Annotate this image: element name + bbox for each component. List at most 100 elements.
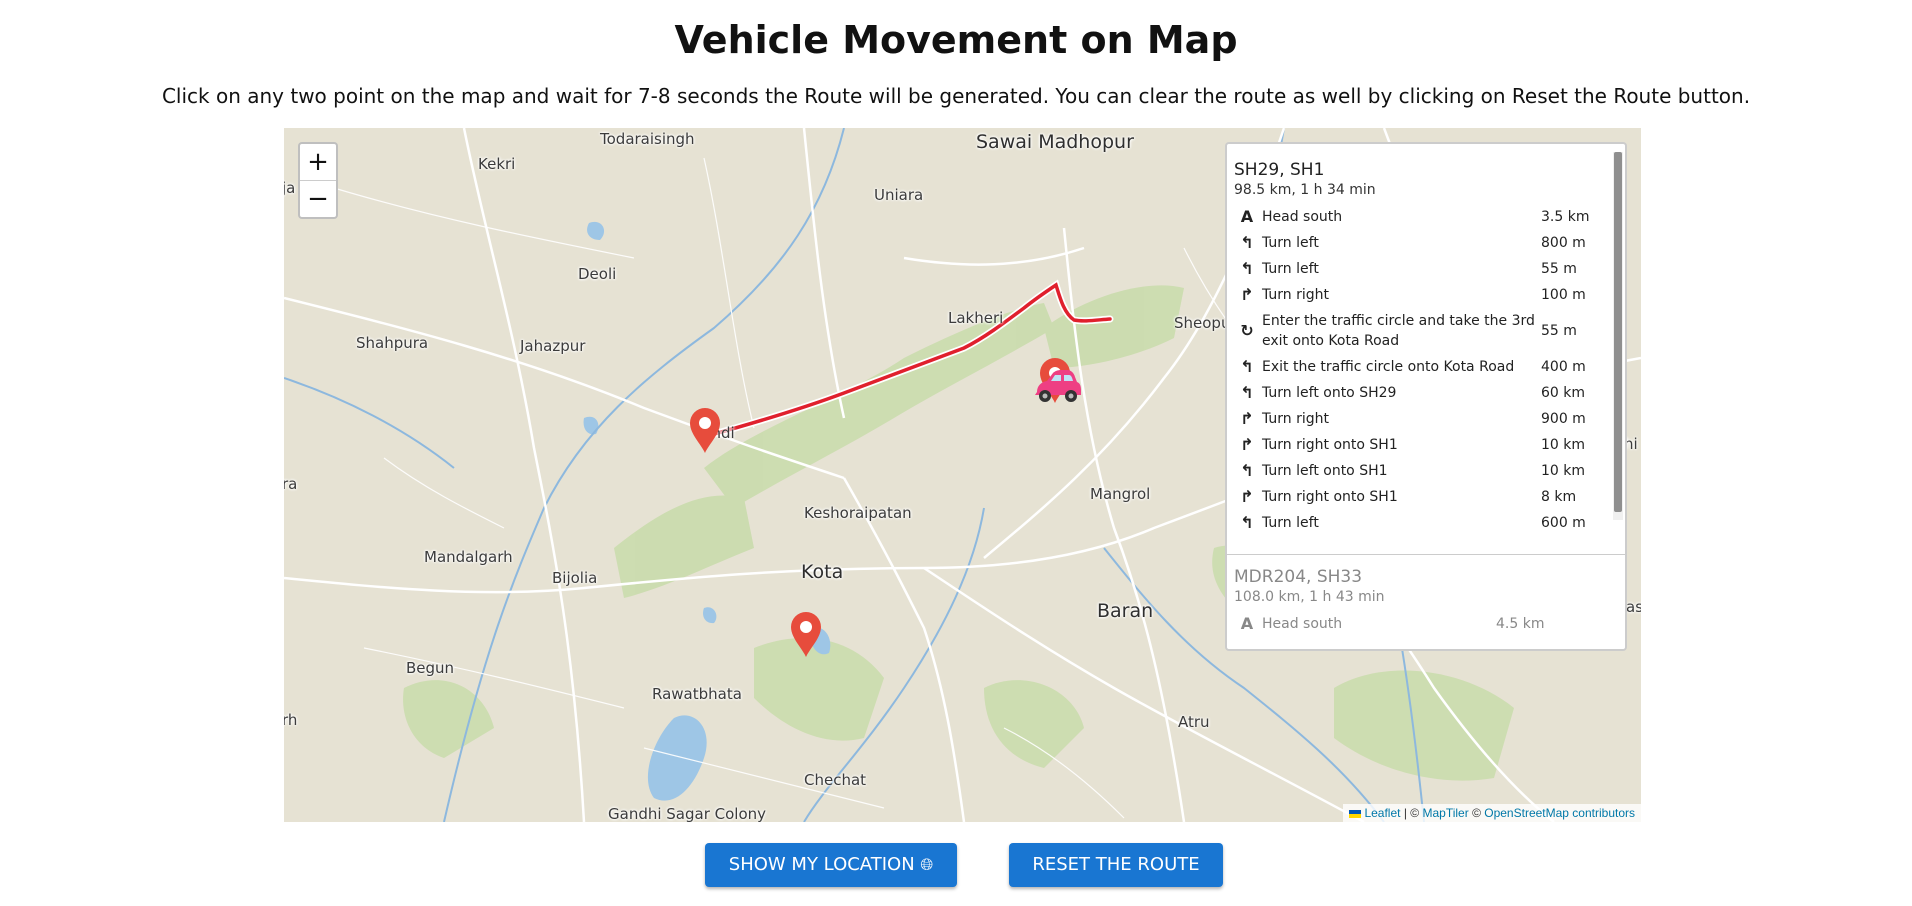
place-label: rh bbox=[284, 711, 298, 729]
place-label: ra bbox=[284, 475, 298, 493]
instruction-row[interactable]: ↱ Turn right onto SH1 10 km bbox=[1234, 432, 1599, 458]
turn-left-icon: ↰ bbox=[1240, 259, 1254, 278]
maptiler-link[interactable]: MapTiler bbox=[1422, 806, 1468, 820]
primary-route[interactable]: SH29, SH1 98.5 km, 1 h 34 min A Head sout… bbox=[1227, 144, 1625, 555]
scrollbar-thumb[interactable] bbox=[1614, 152, 1622, 512]
zoom-control: + − bbox=[298, 142, 338, 219]
instruction-distance: 55 m bbox=[1541, 261, 1577, 277]
turn-right-icon: ↱ bbox=[1240, 435, 1254, 454]
instruction-text: Head south bbox=[1262, 209, 1343, 225]
place-label: Keshoraipatan bbox=[804, 504, 912, 522]
turn-right-icon: ↱ bbox=[1240, 487, 1254, 506]
place-label: Uniara bbox=[874, 186, 924, 204]
turn-left-icon: ↰ bbox=[1240, 383, 1254, 402]
place-label: Gandhi Sagar Colony bbox=[608, 805, 767, 822]
instruction-distance: 3.5 km bbox=[1541, 209, 1590, 225]
instruction-distance: 600 m bbox=[1541, 515, 1586, 531]
place-label: Lakheri bbox=[948, 309, 1004, 327]
page-title: Vehicle Movement on Map bbox=[674, 18, 1238, 62]
instruction-row[interactable]: ↱ Turn right 100 m bbox=[1234, 282, 1599, 308]
depart-icon: A bbox=[1240, 207, 1254, 226]
place-label: Atru bbox=[1178, 713, 1210, 731]
instruction-row[interactable]: A Head south 3.5 km bbox=[1234, 204, 1599, 230]
depart-icon: A bbox=[1240, 614, 1254, 633]
instruction-row[interactable]: ↱ Turn right onto SH1 8 km bbox=[1234, 484, 1599, 510]
roundabout-icon: ↻ bbox=[1240, 321, 1254, 340]
show-location-label: SHOW MY LOCATION bbox=[728, 854, 915, 875]
osm-link[interactable]: OpenStreetMap contributors bbox=[1484, 806, 1635, 820]
instruction-row[interactable]: ↰ Turn left 800 m bbox=[1234, 230, 1599, 256]
map-attribution: Leaflet | © MapTiler © OpenStreetMap con… bbox=[1343, 804, 1641, 822]
place-label: Sheopu bbox=[1174, 314, 1231, 332]
turn-left-icon: ↰ bbox=[1240, 461, 1254, 480]
instructions-table: A Head south 4.5 km bbox=[1234, 611, 1554, 637]
place-label: Chechat bbox=[804, 771, 867, 789]
place-label: Begun bbox=[406, 659, 455, 677]
instruction-row[interactable]: ↱ Turn right 900 m bbox=[1234, 406, 1599, 432]
instruction-row[interactable]: ↻ Enter the traffic circle and take the 3… bbox=[1234, 308, 1599, 354]
place-label: Kekri bbox=[478, 155, 516, 173]
reset-route-label: RESET THE ROUTE bbox=[1032, 854, 1200, 875]
instruction-text: Turn left bbox=[1262, 235, 1319, 251]
instruction-text: Turn left onto SH1 bbox=[1262, 463, 1388, 479]
place-label: Sawai Madhopur bbox=[976, 131, 1134, 153]
place-label: ja bbox=[284, 179, 296, 197]
route-summary: 108.0 km, 1 h 43 min bbox=[1234, 589, 1385, 605]
alternative-route[interactable]: MDR204, SH33 108.0 km, 1 h 43 min A Head … bbox=[1227, 555, 1625, 637]
instructions-table: A Head south 3.5 km ↰ Turn left 800 m ↰ Turn … bbox=[1234, 204, 1599, 536]
destination-marker-icon[interactable] bbox=[789, 610, 823, 658]
start-marker-icon[interactable] bbox=[688, 406, 722, 454]
instruction-distance: 8 km bbox=[1541, 489, 1577, 505]
globe-icon: 🌐︎ bbox=[920, 855, 934, 874]
instruction-distance: 400 m bbox=[1541, 359, 1586, 375]
instruction-distance: 60 km bbox=[1541, 385, 1586, 401]
instruction-distance: 10 km bbox=[1541, 437, 1586, 453]
reset-route-button[interactable]: RESET THE ROUTE bbox=[1009, 843, 1223, 887]
ukraine-flag-icon bbox=[1349, 809, 1362, 818]
place-label: Deoli bbox=[578, 265, 617, 283]
instruction-row[interactable]: ↰ Turn left 55 m bbox=[1234, 256, 1599, 282]
copyright-symbol: © bbox=[1472, 806, 1481, 820]
instruction-text: Head south bbox=[1262, 616, 1343, 632]
place-label: Baran bbox=[1097, 600, 1154, 622]
instruction-row[interactable]: ↰ Turn left onto SH1 10 km bbox=[1234, 458, 1599, 484]
zoom-in-button[interactable]: + bbox=[300, 144, 336, 180]
place-label: Jahazpur bbox=[520, 337, 586, 355]
instruction-row[interactable]: ↰ Exit the traffic circle onto Kota Road 4… bbox=[1234, 354, 1599, 380]
page-instructions: Click on any two point on the map and wa… bbox=[161, 84, 1751, 108]
instruction-text: Turn right bbox=[1262, 287, 1330, 303]
instruction-text: Exit the traffic circle onto Kota Road bbox=[1262, 359, 1515, 375]
route-name: SH29, SH1 bbox=[1234, 160, 1325, 180]
place-label: Shahpura bbox=[356, 334, 429, 352]
car-icon bbox=[1035, 370, 1081, 402]
zoom-out-button[interactable]: − bbox=[300, 180, 336, 217]
place-label: Mangrol bbox=[1090, 485, 1151, 503]
attribution-separator: | bbox=[1403, 806, 1407, 820]
route-name: MDR204, SH33 bbox=[1234, 567, 1363, 587]
instruction-text: Turn left bbox=[1262, 261, 1319, 277]
route-summary: 98.5 km, 1 h 34 min bbox=[1234, 182, 1376, 198]
instruction-row[interactable]: ↰ Turn left onto SH29 60 km bbox=[1234, 380, 1599, 406]
instruction-row[interactable]: ↰ Turn left 600 m bbox=[1234, 510, 1599, 536]
instruction-distance: 100 m bbox=[1541, 287, 1586, 303]
place-label: Rawatbhata bbox=[652, 685, 742, 703]
show-my-location-button[interactable]: SHOW MY LOCATION 🌐︎ bbox=[705, 843, 957, 887]
instruction-distance: 4.5 km bbox=[1496, 616, 1545, 632]
turn-right-icon: ↱ bbox=[1240, 285, 1254, 304]
instruction-distance: 900 m bbox=[1541, 411, 1586, 427]
instruction-distance: 55 m bbox=[1541, 323, 1577, 339]
instruction-distance: 800 m bbox=[1541, 235, 1586, 251]
turn-left-icon: ↰ bbox=[1240, 513, 1254, 532]
place-label: Kota bbox=[801, 561, 844, 583]
instruction-distance: 10 km bbox=[1541, 463, 1586, 479]
directions-scrollbar[interactable] bbox=[1613, 152, 1623, 520]
place-label: as bbox=[1626, 598, 1641, 616]
leaflet-link[interactable]: Leaflet bbox=[1364, 806, 1400, 820]
instruction-text: Turn left bbox=[1262, 515, 1319, 531]
instruction-row[interactable]: A Head south 4.5 km bbox=[1234, 611, 1554, 637]
copyright-symbol: © bbox=[1410, 806, 1420, 820]
directions-panel[interactable]: SH29, SH1 98.5 km, 1 h 34 min A Head sout… bbox=[1225, 142, 1627, 651]
instruction-text: Turn right onto SH1 bbox=[1262, 437, 1398, 453]
instruction-text: Enter the traffic circle and take the 3r… bbox=[1262, 313, 1535, 349]
map[interactable]: Todaraisingh Sawai Madhopur Kekri Uniara… bbox=[284, 128, 1641, 822]
